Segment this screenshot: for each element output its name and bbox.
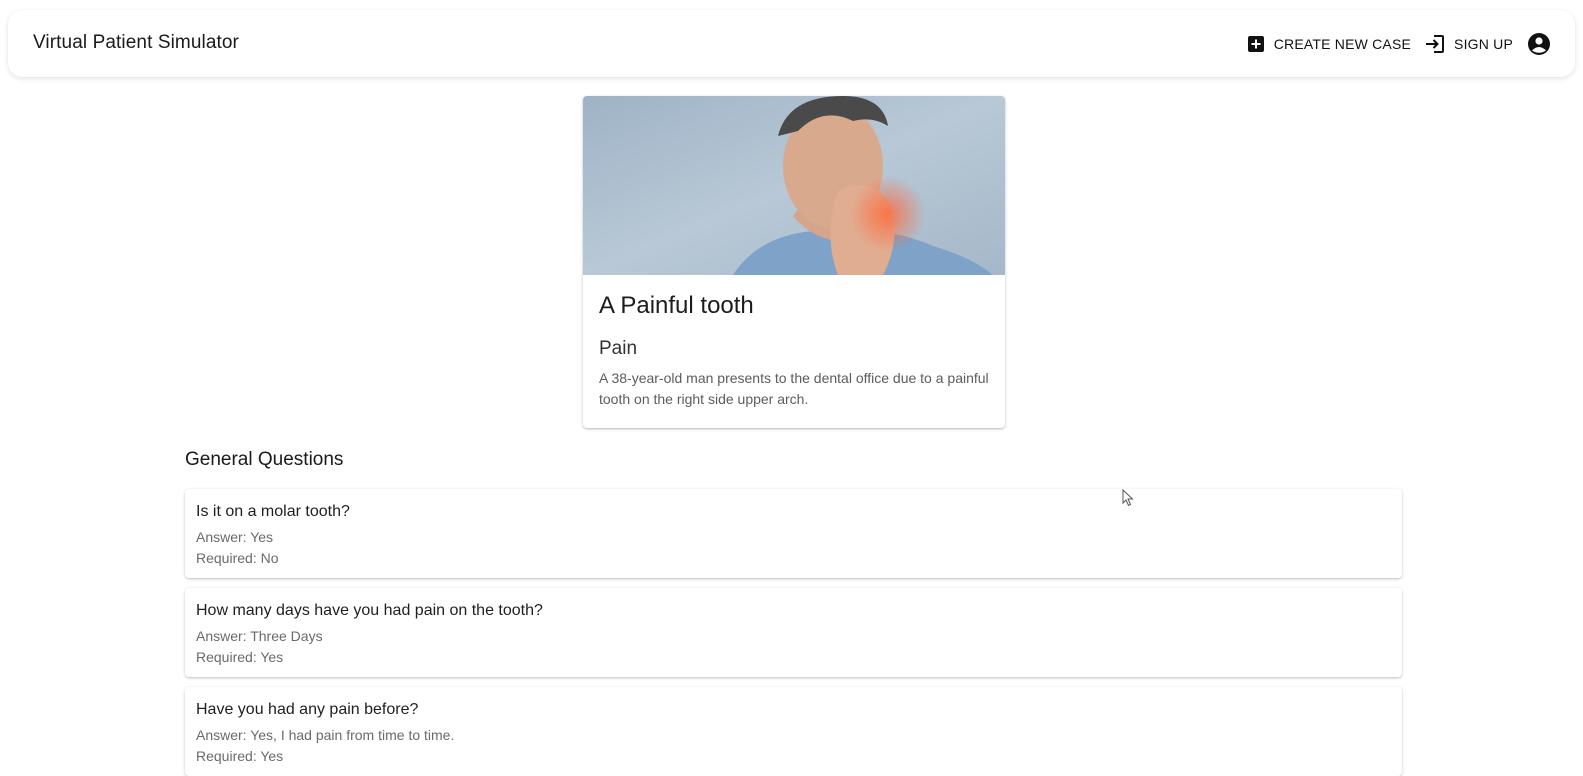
case-card[interactable]: A Painful tooth Pain A 38-year-old man p… — [583, 96, 1005, 428]
create-new-case-button[interactable]: CREATE NEW CASE — [1247, 35, 1411, 53]
case-image — [583, 96, 1005, 275]
general-questions-heading: General Questions — [185, 449, 344, 470]
sign-up-label: SIGN UP — [1454, 36, 1513, 52]
question-required: Required: Yes — [196, 748, 284, 764]
app-bar: Virtual Patient Simulator CREATE NEW CAS… — [8, 10, 1575, 77]
case-description: A 38-year-old man presents to the dental… — [599, 370, 989, 407]
question-required: Required: No — [196, 550, 279, 566]
account-circle-icon[interactable] — [1527, 32, 1551, 56]
add-box-icon — [1247, 35, 1265, 53]
top-nav: CREATE NEW CASE SIGN UP — [1247, 32, 1551, 56]
case-subtitle: Pain — [599, 338, 638, 359]
question-answer: Answer: Three Days — [196, 628, 323, 644]
sign-up-button[interactable]: SIGN UP — [1425, 35, 1513, 53]
login-icon — [1425, 35, 1445, 53]
question-text: Is it on a molar tooth? — [196, 503, 350, 520]
mouse-cursor-icon — [1122, 489, 1134, 507]
case-title: A Painful tooth — [599, 292, 754, 319]
create-new-case-label: CREATE NEW CASE — [1273, 36, 1412, 52]
question-card[interactable]: Is it on a molar tooth? Answer: Yes Requ… — [185, 489, 1402, 578]
question-answer: Answer: Yes — [196, 529, 274, 545]
question-text: Have you had any pain before? — [196, 701, 419, 718]
question-answer: Answer: Yes, I had pain from time to tim… — [196, 727, 455, 743]
question-card[interactable]: How many days have you had pain on the t… — [185, 588, 1402, 677]
question-required: Required: Yes — [196, 649, 284, 665]
question-text: How many days have you had pain on the t… — [196, 602, 543, 619]
app-title[interactable]: Virtual Patient Simulator — [33, 32, 239, 54]
question-card[interactable]: Have you had any pain before? Answer: Ye… — [185, 687, 1402, 776]
